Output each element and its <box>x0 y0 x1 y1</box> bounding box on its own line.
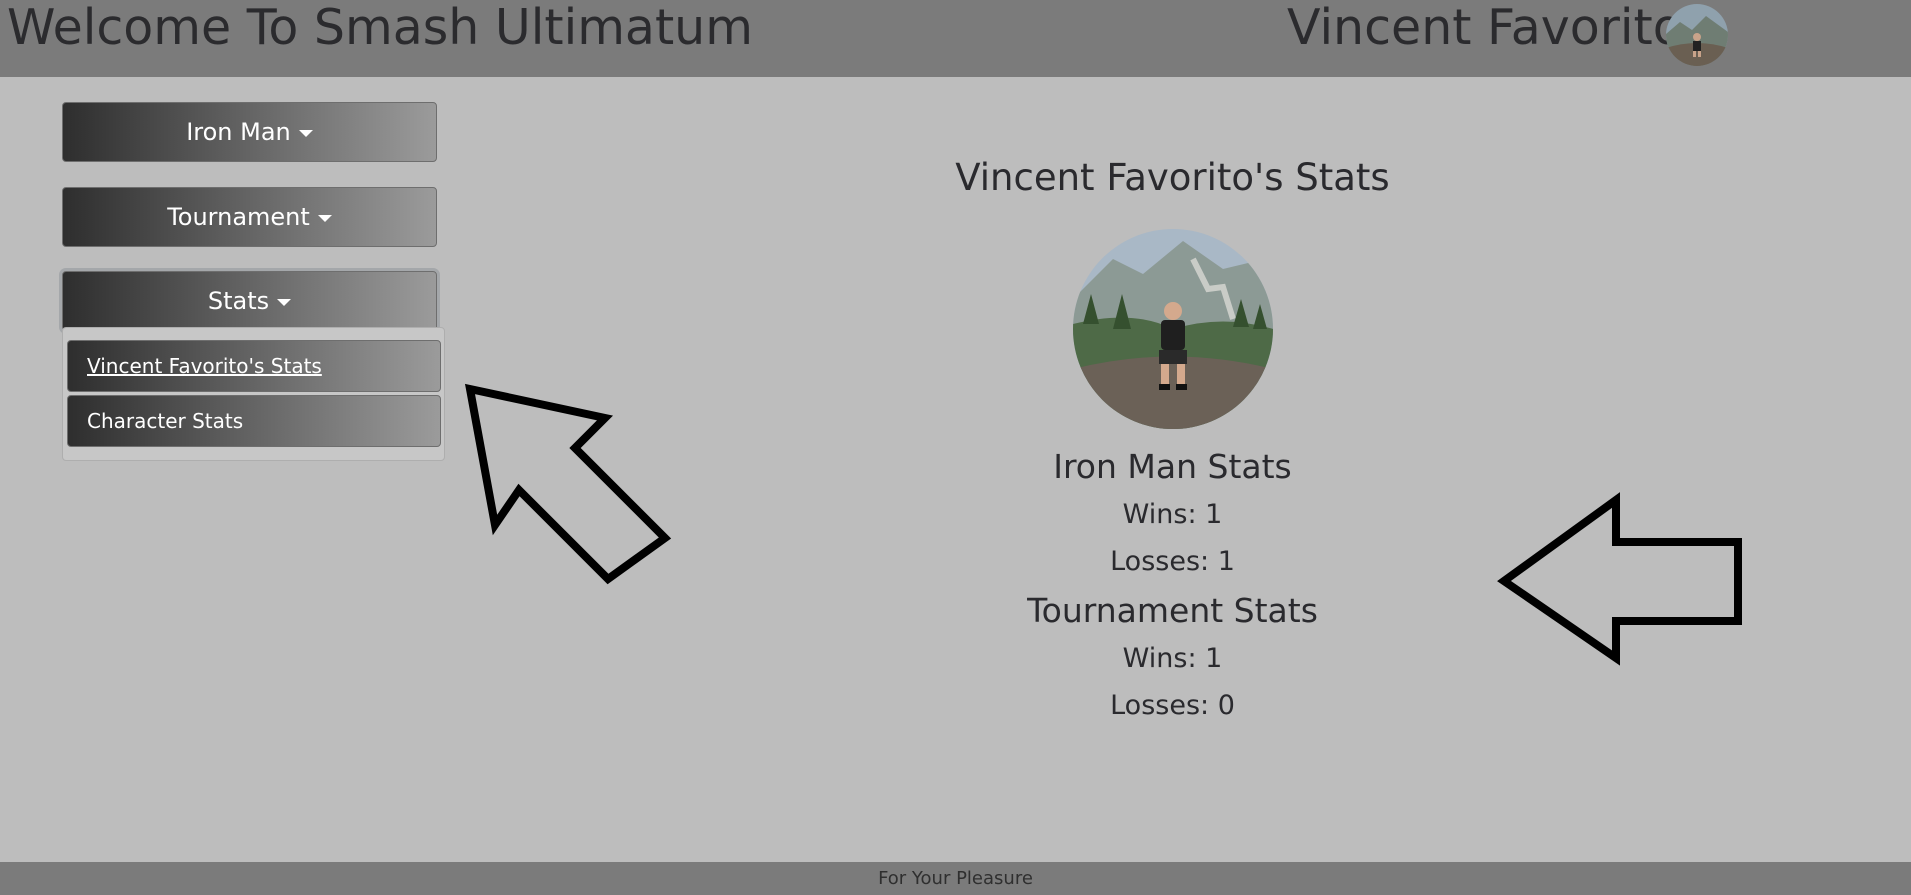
tournament-button-label: Tournament <box>167 203 310 231</box>
dropdown-item-label: Character Stats <box>87 409 244 433</box>
user-name[interactable]: Vincent Favorito <box>1287 0 1683 60</box>
stats-dropdown-button[interactable]: Stats <box>62 271 437 331</box>
user-avatar[interactable] <box>1666 4 1728 66</box>
top-bar: Welcome To Smash Ultimatum Vincent Favor… <box>0 0 1911 77</box>
dropdown-item-player-stats[interactable]: Vincent Favorito's Stats <box>67 340 441 392</box>
profile-photo <box>1073 229 1273 429</box>
site-title: Welcome To Smash Ultimatum <box>7 0 753 56</box>
caret-down-icon <box>317 214 332 222</box>
arrow-up-left-icon <box>464 383 672 585</box>
tournament-losses: Losses: 0 <box>1110 690 1235 721</box>
iron-man-losses: Losses: 1 <box>1110 546 1235 577</box>
dropdown-item-label: Vincent Favorito's Stats <box>87 354 322 378</box>
dropdown-item-character-stats[interactable]: Character Stats <box>67 395 441 447</box>
stats-button-label: Stats <box>207 287 270 315</box>
tournament-stats-heading: Tournament Stats <box>1027 591 1318 630</box>
tournament-dropdown-button[interactable]: Tournament <box>62 187 437 247</box>
stats-page-title: Vincent Favorito's Stats <box>955 156 1390 199</box>
tournament-wins: Wins: 1 <box>1122 643 1223 674</box>
caret-down-icon <box>277 298 292 306</box>
stats-dropdown-menu: Vincent Favorito's Stats Character Stats <box>62 327 445 461</box>
iron-man-wins: Wins: 1 <box>1122 499 1223 530</box>
iron-man-dropdown-button[interactable]: Iron Man <box>62 102 437 162</box>
caret-down-icon <box>298 129 313 137</box>
arrow-left-icon <box>1497 492 1742 666</box>
iron-man-stats-heading: Iron Man Stats <box>1053 447 1292 486</box>
user-photo-icon <box>1666 4 1728 66</box>
iron-man-button-label: Iron Man <box>186 118 291 146</box>
profile-photo-icon <box>1073 229 1273 429</box>
footer: For Your Pleasure <box>0 862 1911 895</box>
footer-text: For Your Pleasure <box>878 868 1033 889</box>
